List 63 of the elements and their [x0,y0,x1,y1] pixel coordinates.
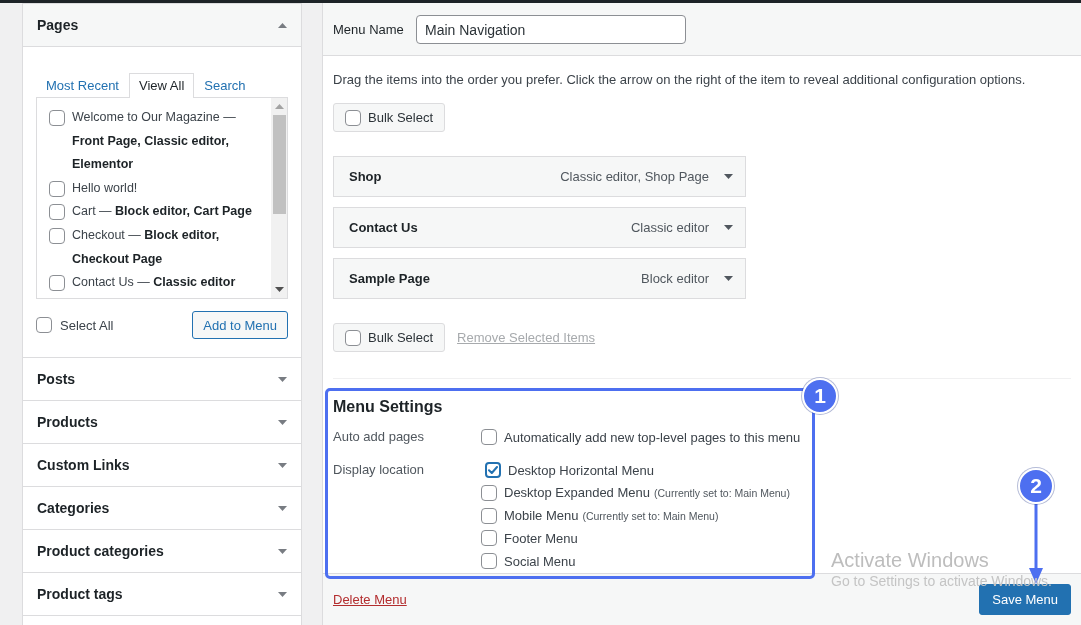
select-all-label: Select All [60,317,114,333]
caret-down-icon[interactable] [278,462,287,468]
checkbox[interactable] [481,484,497,501]
caret-down-icon[interactable] [274,287,284,292]
caret-down-icon[interactable] [724,174,733,179]
accordion-header[interactable]: Pages [23,4,301,47]
instructions-text: Drag the items into the order you prefer. Click the arrow on the right of the item to reveal additional configuration options. [333,71,1027,89]
checkmark-icon [488,466,498,475]
page-option-label: Hello world! [72,179,138,197]
caret-down-icon[interactable] [278,376,287,382]
checkbox[interactable] [345,329,361,346]
setting-label: Auto add pages [333,428,426,446]
menu-name-field[interactable]: Main Navigation [416,15,686,44]
checkbox[interactable] [36,317,52,333]
option-note: (Currently set to: Main Menu) [654,486,790,499]
caret-down-icon[interactable] [278,548,287,554]
option-label: Desktop Horizontal Menu [508,462,654,478]
caret-up-icon[interactable] [278,22,287,28]
caret-down-icon[interactable] [724,276,733,281]
checkbox[interactable] [481,429,497,446]
tab[interactable]: View All [129,73,195,98]
caret-up-icon[interactable] [274,104,284,109]
setting-label: Display location [333,460,426,479]
scrollbar[interactable] [271,98,287,298]
menu-item-title: Shop [349,169,383,184]
menu-item-type: Block editor [641,271,709,286]
delete-menu-link[interactable]: Delete Menu [333,584,407,615]
checkbox[interactable] [481,530,497,547]
add-to-menu-button[interactable]: Add to Menu [192,311,288,339]
page-option-label: Checkout — Block editor, Checkout Page [72,226,221,268]
caret-down-icon[interactable] [724,225,733,230]
checkbox[interactable] [49,204,65,221]
activation-title: Activate Windows [831,548,990,573]
option-label: Desktop Expanded Menu [504,485,650,501]
page-option-label: Welcome to Our Magazine — Front Page, Classic editor, Elementor [72,109,237,174]
menu-item-title: Sample Page [349,271,431,286]
option-label: Footer Menu [504,530,578,546]
page-option-label: Contact Us — Classic editor [72,274,236,292]
checkbox[interactable] [345,109,361,126]
tab[interactable]: Most Recent [36,73,129,98]
checkbox[interactable] [49,110,65,126]
menu-item-type: Classic editor, Shop Page [560,169,709,184]
checkbox[interactable] [481,553,497,570]
caret-down-icon[interactable] [278,419,287,425]
checkbox[interactable] [485,462,501,479]
page-option-label: Cart — Block editor, Cart Page [72,203,252,221]
tab[interactable]: Search [194,73,256,98]
bulk-select-button[interactable]: Bulk Select [333,323,446,352]
checkbox[interactable] [49,180,65,197]
option-label: Automatically add new top-level pages to this menu [504,429,801,445]
option-label: Social Menu [504,553,576,569]
checkbox[interactable] [49,227,65,244]
bulk-select-button[interactable]: Bulk Select [333,103,446,132]
checkbox[interactable] [49,275,65,292]
menu-name-label: Menu Name [333,22,405,37]
caret-down-icon[interactable] [278,505,287,511]
menu-item-title: Contact Us [349,220,419,235]
checkbox[interactable] [481,507,497,524]
scrollbar-thumb[interactable] [272,115,286,214]
caret-down-icon[interactable] [278,591,287,597]
option-note: (Currently set to: Main Menu) [582,509,719,522]
menu-item-type: Classic editor [630,220,709,235]
option-label: Mobile Menu [504,508,579,524]
